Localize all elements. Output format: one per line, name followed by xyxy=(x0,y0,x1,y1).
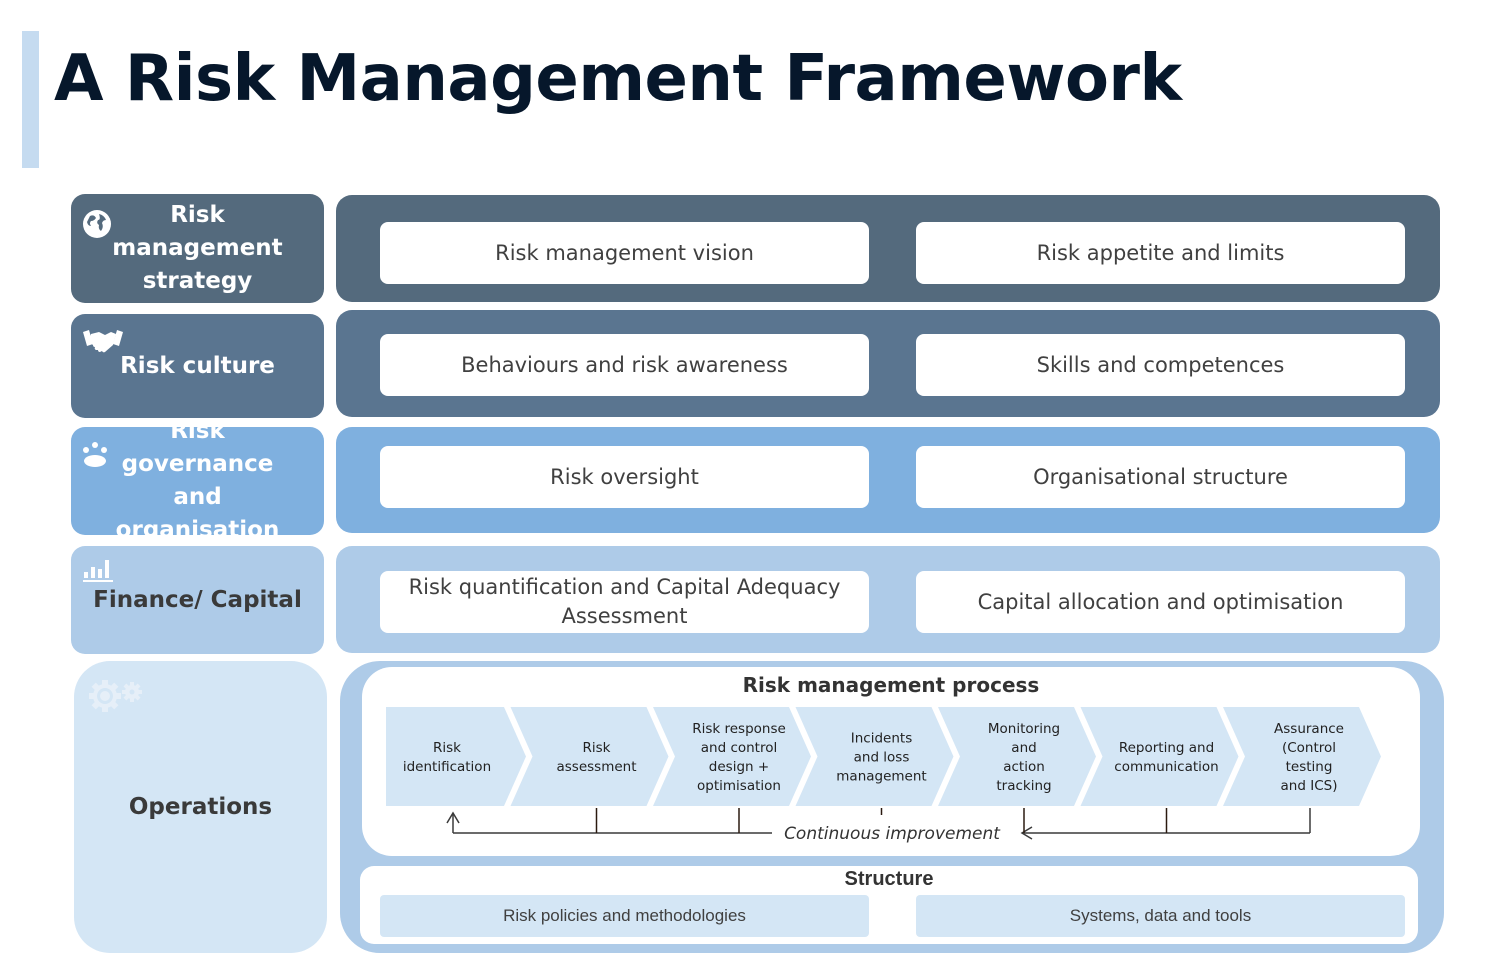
item-risk-policies: Risk policies and methodologies xyxy=(380,895,869,937)
item-systems-data-tools: Systems, data and tools xyxy=(916,895,1405,937)
process-step-chevron xyxy=(510,707,669,806)
globe-icon xyxy=(83,210,111,238)
process-step-chevron xyxy=(1080,707,1239,806)
process-flow: Risk identificationRisk assessmentRisk res… xyxy=(386,707,1381,844)
pillar-label: Risk culture xyxy=(120,352,275,379)
item-risk-appetite-and-limits: Risk appetite and limits xyxy=(916,222,1405,284)
pillar-risk-culture: Risk culture xyxy=(71,314,324,418)
gears-icon xyxy=(89,680,142,712)
culture-row: Behaviours and risk awareness Skills and… xyxy=(336,310,1440,417)
structure-title: Structure xyxy=(844,868,934,890)
item-skills-and-competences: Skills and competences xyxy=(916,334,1405,396)
process-step-chevron xyxy=(386,707,526,806)
pillar-finance-capital: Finance/ Capital xyxy=(71,546,324,654)
risk-management-process: Risk management process Risk identificati… xyxy=(362,667,1420,856)
pillar-label: Risk management strategy xyxy=(112,202,283,294)
item-capital-allocation: Capital allocation and optimisation xyxy=(916,571,1405,633)
title-accent-bar xyxy=(22,31,39,168)
handshake-icon xyxy=(83,330,123,353)
item-risk-management-vision: Risk management vision xyxy=(380,222,869,284)
pillar-risk-management-strategy: Risk management strategy xyxy=(71,194,324,303)
item-behaviours-and-risk-awareness: Behaviours and risk awareness xyxy=(380,334,869,396)
pillar-label: Operations xyxy=(128,794,273,820)
item-risk-oversight: Risk oversight xyxy=(380,446,869,508)
page-title: A Risk Management Framework xyxy=(54,42,1182,116)
pillar-label: Finance/ Capital xyxy=(93,586,302,613)
item-risk-quantification: Risk quantification and Capital Adequacy… xyxy=(380,571,869,633)
structure-section: Structure Risk policies and methodologie… xyxy=(360,866,1418,944)
continuous-improvement-label: Continuous improvement xyxy=(784,824,1001,844)
bar-chart-icon xyxy=(83,560,113,582)
governance-row: Risk oversight Organisational structure xyxy=(336,427,1440,533)
item-organisational-structure: Organisational structure xyxy=(916,446,1405,508)
team-meeting-icon xyxy=(83,442,107,467)
finance-row: Risk quantification and Capital Adequacy… xyxy=(336,546,1440,653)
pillar-risk-governance: Risk governance and organisation xyxy=(71,418,324,543)
pillar-label: Risk governance and organisation xyxy=(115,418,280,543)
operations-panel: Risk management process Risk identificati… xyxy=(340,661,1444,953)
strategy-row: Risk management vision Risk appetite and… xyxy=(336,195,1440,302)
pillar-operations: Operations xyxy=(74,661,327,953)
